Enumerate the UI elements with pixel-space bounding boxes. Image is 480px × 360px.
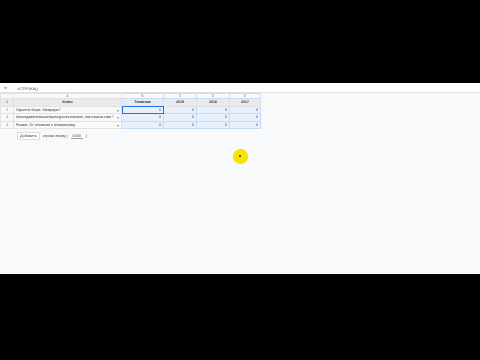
book-cell[interactable]: Исследовательское/культурологическое, ка… — [13, 113, 122, 122]
fx-icon: fx — [4, 85, 8, 90]
add-rows-suffix: ) — [85, 134, 87, 138]
value-cell[interactable]: 0 — [196, 120, 230, 129]
sheet-grid: A B C D E 1 Книги Тематика 2015 2016 201… — [0, 93, 261, 129]
add-rows-button[interactable]: Добавить — [17, 132, 40, 140]
cursor-highlight-icon — [233, 149, 248, 164]
add-rows-control: Добавить строки внизу ( 1000 ) — [17, 132, 87, 140]
value-cell[interactable]: 0 — [163, 105, 197, 114]
value-cell[interactable]: 0 — [163, 120, 197, 129]
value-cell[interactable]: 0 — [229, 113, 261, 122]
formula-value[interactable]: =СТРОКА() — [17, 86, 38, 91]
header-cell-2017[interactable]: 2017 — [229, 98, 261, 107]
value-cell[interactable]: 0 — [196, 113, 230, 122]
value-cell[interactable]: 0 — [196, 105, 230, 114]
book-cell[interactable]: Рыжие. От отчаяния к гениальному ▼ — [13, 120, 122, 129]
table-row: 2 Окрытое Море. Мемуары? ▼ 0 0 0 0 — [0, 105, 261, 114]
header-cell-topic[interactable]: Тематика — [121, 98, 164, 107]
row-number[interactable]: 2 — [0, 105, 14, 114]
add-rows-count-input[interactable]: 1000 — [70, 134, 83, 139]
row-number[interactable]: 3 — [0, 113, 14, 122]
table-row: 4 Рыжие. От отчаяния к гениальному ▼ 0 0 … — [0, 120, 261, 129]
row-number[interactable]: 4 — [0, 120, 14, 129]
book-cell[interactable]: Окрытое Море. Мемуары? ▼ — [13, 105, 122, 114]
header-cell-2016[interactable]: 2016 — [196, 98, 230, 107]
row-number[interactable]: 1 — [0, 98, 14, 107]
book-title: Рыжие. От отчаяния к гениальному — [16, 122, 76, 127]
dropdown-caret-icon[interactable]: ▼ — [117, 124, 120, 128]
value-cell[interactable]: 0 — [121, 120, 164, 129]
spreadsheet-window: fx =СТРОКА() A B C D E 1 Книги Тематика … — [0, 83, 480, 274]
add-rows-text: строки внизу ( — [42, 134, 68, 138]
cursor-pointer-icon — [239, 155, 241, 157]
dropdown-caret-icon[interactable]: ▼ — [117, 116, 120, 120]
value-cell[interactable]: 0 — [229, 120, 261, 129]
book-title: Исследовательское/культурологическое, ка… — [16, 115, 114, 120]
value-cell[interactable]: 0 — [121, 113, 164, 122]
value-cell[interactable]: 0 — [229, 105, 261, 114]
header-cell-books[interactable]: Книги — [13, 98, 122, 107]
value-cell[interactable]: 0 — [163, 113, 197, 122]
value-cell[interactable]: 0 — [121, 105, 164, 114]
formula-bar[interactable]: fx =СТРОКА() — [0, 83, 480, 93]
header-cell-2015[interactable]: 2015 — [163, 98, 197, 107]
table-header-row: 1 Книги Тематика 2015 2016 2017 — [0, 98, 261, 107]
table-row: 3 Исследовательское/культурологическое, … — [0, 113, 261, 122]
book-title: Окрытое Море. Мемуары? — [16, 107, 61, 112]
dropdown-caret-icon[interactable]: ▼ — [117, 109, 120, 113]
